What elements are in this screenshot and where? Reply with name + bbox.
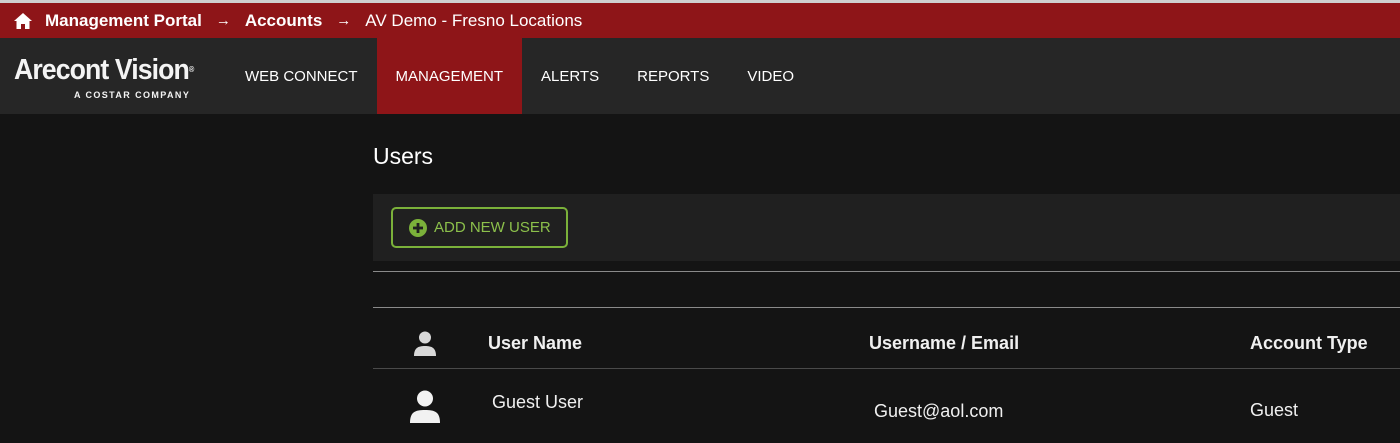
- breadcrumb: Management Portal → Accounts → AV Demo -…: [0, 3, 1400, 38]
- breadcrumb-management-portal[interactable]: Management Portal: [45, 11, 202, 31]
- user-column-icon: [413, 331, 437, 356]
- table-top-divider: [373, 307, 1400, 308]
- plus-circle-icon: [409, 218, 427, 237]
- breadcrumb-current-account: AV Demo - Fresno Locations: [365, 10, 583, 30]
- arecont-vision-logo[interactable]: Arecont Vision® A COSTAR COMPANY: [0, 38, 225, 114]
- column-header-account-type[interactable]: Account Type: [1250, 333, 1368, 354]
- nav-management[interactable]: MANAGEMENT: [376, 38, 523, 114]
- user-avatar-icon: [409, 390, 441, 423]
- cell-username-email: Guest@aol.com: [874, 401, 1004, 421]
- breadcrumb-accounts[interactable]: Accounts: [245, 11, 322, 31]
- main-navbar: Arecont Vision® A COSTAR COMPANY WEB CON…: [0, 38, 1400, 114]
- nav-reports[interactable]: REPORTS: [618, 38, 728, 114]
- nav-video[interactable]: VIDEO: [728, 38, 813, 114]
- header-row-divider: [373, 368, 1400, 369]
- cell-account-type: Guest: [1250, 400, 1299, 420]
- add-new-user-button[interactable]: ADD NEW USER: [391, 207, 568, 248]
- nav-alerts[interactable]: ALERTS: [522, 38, 618, 114]
- logo-brand-text: Arecont Vision®: [14, 54, 194, 86]
- divider: [373, 271, 1400, 272]
- column-header-username-email[interactable]: Username / Email: [869, 333, 1019, 354]
- logo-tagline: A COSTAR COMPANY: [74, 90, 191, 100]
- nav-web-connect[interactable]: WEB CONNECT: [225, 38, 377, 114]
- column-header-user-name[interactable]: User Name: [488, 333, 582, 354]
- breadcrumb-arrow-icon: →: [336, 12, 352, 29]
- home-icon[interactable]: [13, 12, 33, 30]
- add-new-user-label: ADD NEW USER: [434, 219, 551, 236]
- cell-user-name: Guest User: [492, 392, 584, 412]
- breadcrumb-arrow-icon: →: [215, 12, 231, 29]
- users-toolbar: ADD NEW USER: [373, 194, 1400, 261]
- page-title: Users: [373, 143, 434, 169]
